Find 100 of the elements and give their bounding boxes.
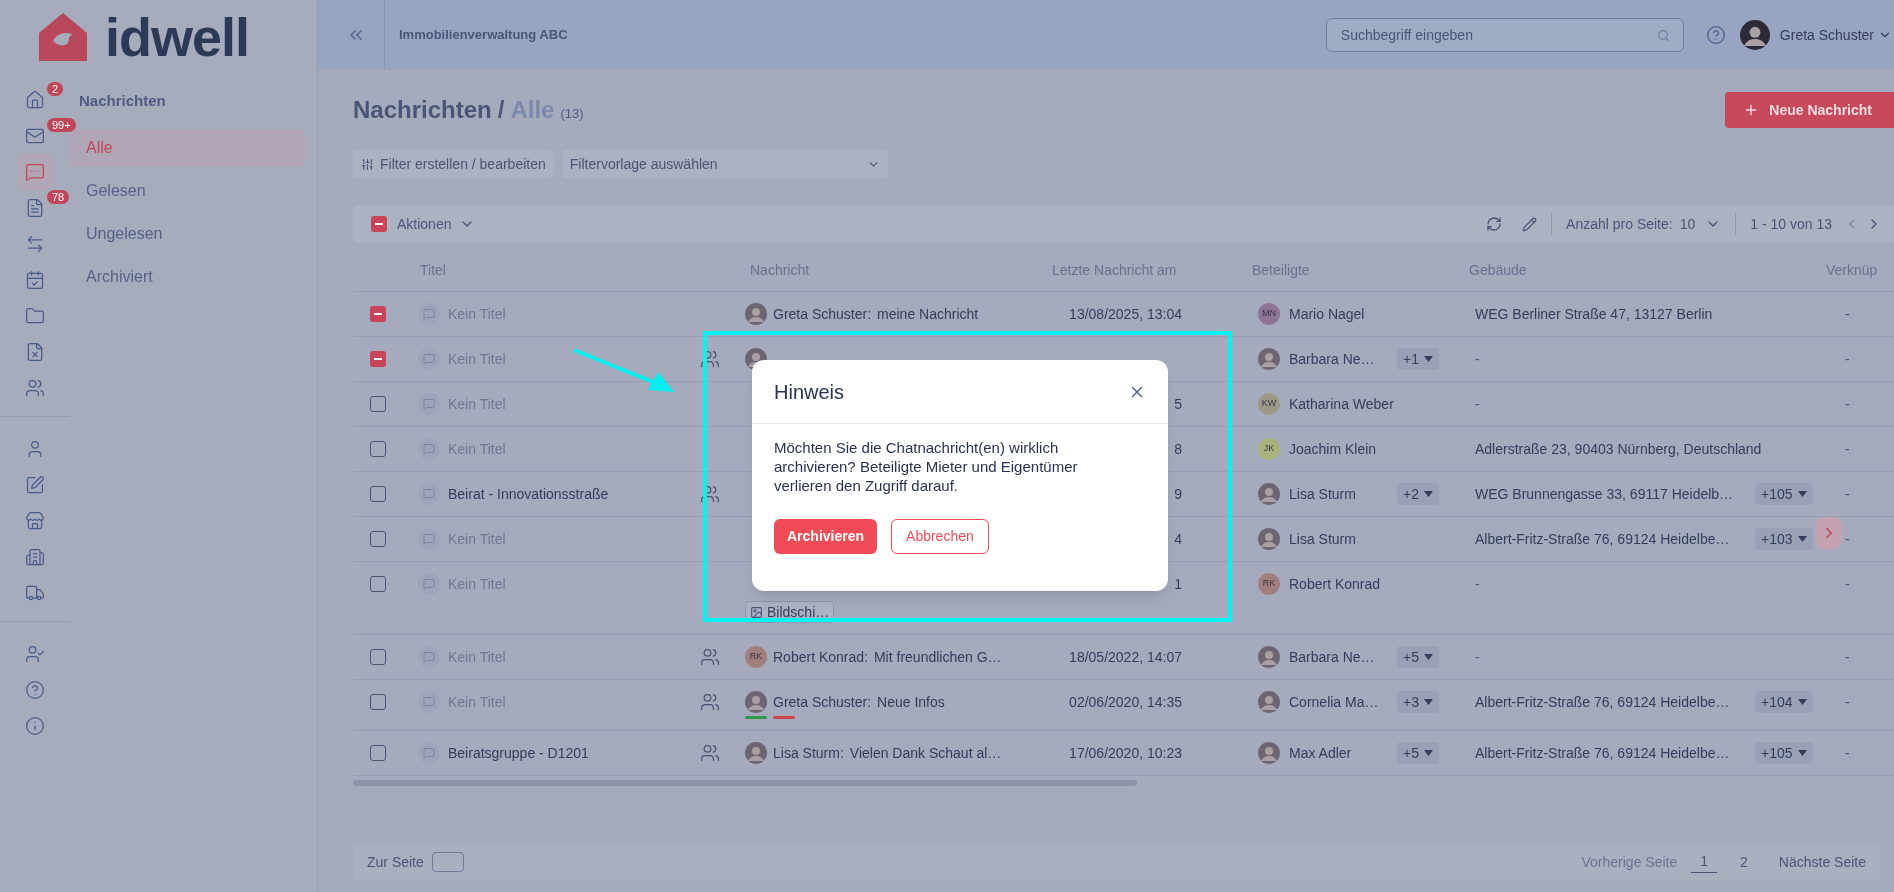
column-header[interactable]: Titel [420,260,750,281]
checkbox[interactable] [370,396,386,412]
count-badge: 78 [47,190,70,204]
help-icon[interactable] [1705,25,1726,45]
per-page-select[interactable]: 10 [1679,213,1722,235]
more-chip[interactable]: +3 [1397,691,1439,713]
chat-icon [418,348,440,370]
column-header[interactable]: Beteiligte [1252,260,1469,281]
date-text: 9 [1174,484,1182,504]
checkbox[interactable] [370,351,386,367]
edit-icon[interactable] [1522,216,1538,232]
link-text: - [1845,529,1850,549]
page-link[interactable]: 2 [1731,851,1757,873]
title-text[interactable]: Beirat - Innovationsstraße [448,483,609,505]
per-page-label: Anzahl pro Seite: [1566,214,1673,234]
checkbox[interactable] [371,216,387,232]
arrows-icon [25,234,45,254]
link-text: - [1845,349,1850,369]
link-text: - [1845,439,1850,459]
actions-button[interactable]: Aktionen [397,213,476,235]
checkbox[interactable] [370,306,386,322]
template-select[interactable]: Filtervorlage auswählen [561,150,888,178]
more-chip[interactable]: +2 [1397,483,1439,505]
message-preview: meine Nachricht [877,304,979,324]
new-message-button[interactable]: Neue Nachricht [1725,92,1894,128]
checkbox[interactable] [370,486,386,502]
participant-name: Robert Konrad [1289,574,1381,594]
title-text[interactable]: Beiratsgruppe - D1201 [448,742,589,764]
page-link[interactable]: 1 [1691,851,1718,873]
cancel-button[interactable]: Abbrechen [891,519,989,554]
subnav-item[interactable]: Ungelesen [70,215,305,252]
sliders-icon [361,157,374,171]
subnav-item[interactable]: Gelesen [70,172,305,209]
column-header[interactable]: Verknüp [1826,260,1878,281]
column-header[interactable]: Letzte Nachricht am [1052,260,1252,281]
next-page-link[interactable]: Nächste Seite [1778,851,1866,873]
filter-button[interactable]: Filter erstellen / bearbeiten [353,150,554,178]
participant-name: Barbara Ne… [1289,349,1375,369]
sender-name: Greta Schuster: [773,692,872,712]
initials-avatar: RK [745,646,767,668]
title-separator: / [497,95,505,125]
truck-icon [25,583,45,603]
caret-icon [1423,356,1433,362]
more-chip[interactable]: +105 [1755,483,1813,505]
building-icon [25,547,45,567]
subnav-item[interactable]: Archiviert [70,258,305,295]
date-text: 13/08/2025, 13:04 [1069,304,1182,324]
refresh-icon[interactable] [1486,216,1503,232]
search-field[interactable]: Suchbegriff eingeben [1325,18,1684,52]
more-chip[interactable]: +105 [1755,742,1813,764]
user-name[interactable]: Greta Schuster [1779,24,1874,46]
initials-avatar: MN [1258,303,1280,325]
caret-icon [1423,491,1433,497]
nav-button[interactable] [17,154,53,190]
participant-name: Barbara Ne… [1289,647,1375,667]
initials-avatar: JK [1258,438,1280,460]
scroll-right-button[interactable] [1816,517,1842,549]
avatar-icon [1258,646,1280,668]
date-text: 18/05/2022, 14:07 [1069,647,1182,667]
search-icon [1656,29,1670,42]
link-text: - [1845,647,1850,667]
document-icon [25,342,45,362]
company-name: Immobilienverwaltung ABC [399,26,568,45]
more-chip[interactable]: +5 [1397,742,1439,764]
building-text: Albert-Fritz-Straße 76, 69124 Heidelbe… [1475,692,1731,712]
more-chip[interactable]: +103 [1755,528,1813,550]
count-badge: 2 [47,82,64,96]
message-preview: Vielen Dank Schaut al… [849,743,1002,763]
link-text: - [1845,574,1850,594]
section-heading: Nachrichten [78,91,167,111]
checkbox[interactable] [370,576,386,592]
more-chip[interactable]: +5 [1397,646,1439,668]
column-header[interactable]: Nachricht [750,260,1052,281]
page-input[interactable] [431,852,464,872]
page-title: Nachrichten [353,95,492,125]
checkbox[interactable] [370,441,386,457]
avatar-icon [1739,20,1770,50]
range-text: 1 - 10 von 13 [1750,214,1832,234]
building-text: Albert-Fritz-Straße 76, 69124 Heidelbe… [1475,529,1731,549]
sender-name: Greta Schuster: [773,304,872,324]
archive-button[interactable]: Archivieren [774,519,878,554]
sender-name: Robert Konrad: [773,647,868,667]
chat-icon [418,528,440,550]
subnav-item[interactable]: Alle [70,129,305,166]
chat-icon [418,646,440,668]
chat-icon [418,483,440,505]
more-chip[interactable]: +104 [1755,691,1813,713]
building-text: Albert-Fritz-Straße 76, 69124 Heidelbe… [1475,743,1731,763]
chat-icon [418,393,440,415]
more-chip[interactable]: +1 [1397,348,1439,370]
info-icon [25,716,45,736]
horizontal-scrollbar[interactable] [353,780,1137,786]
goto-label: Zur Seite [367,852,424,872]
checkbox[interactable] [370,745,386,761]
mail-icon [25,126,45,146]
column-header[interactable]: Gebäude [1469,260,1826,281]
users-icon [25,378,45,398]
checkbox[interactable] [370,531,386,547]
checkbox[interactable] [370,694,386,710]
checkbox[interactable] [370,649,386,665]
